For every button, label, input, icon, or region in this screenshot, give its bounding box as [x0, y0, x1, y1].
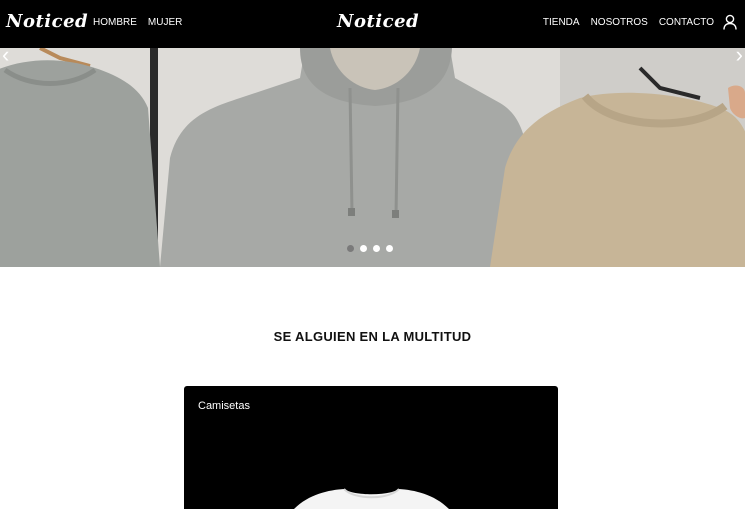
user-icon[interactable]	[723, 14, 737, 30]
site-header: Noticed HOMBRE MUJER Noticed TIENDA NOSO…	[0, 0, 745, 48]
category-card-camisetas[interactable]: Camisetas	[184, 386, 558, 509]
hero-image	[0, 48, 745, 267]
nav-contacto[interactable]: CONTACTO	[659, 17, 714, 28]
carousel-prev-arrow[interactable]: ‹	[2, 48, 20, 66]
main-nav-right: TIENDA NOSOTROS CONTACTO	[543, 17, 714, 28]
nav-hombre[interactable]: HOMBRE	[93, 17, 137, 28]
main-nav-left: HOMBRE MUJER	[93, 17, 182, 28]
carousel-dot[interactable]	[360, 245, 367, 252]
carousel-indicators	[347, 245, 393, 252]
brand-logo-center[interactable]: Noticed	[337, 11, 419, 32]
carousel-next-arrow[interactable]: ›	[725, 48, 743, 66]
nav-nosotros[interactable]: NOSOTROS	[591, 17, 648, 28]
section-tagline: SE ALGUIEN EN LA MULTITUD	[273, 329, 472, 344]
hero-carousel: ‹ ›	[0, 48, 745, 267]
nav-mujer[interactable]: MUJER	[148, 17, 182, 28]
nav-tienda[interactable]: TIENDA	[543, 17, 580, 28]
carousel-dot[interactable]	[386, 245, 393, 252]
category-label: Camisetas	[198, 400, 250, 412]
carousel-dot[interactable]	[347, 245, 354, 252]
carousel-dot[interactable]	[373, 245, 380, 252]
brand-logo[interactable]: Noticed	[6, 11, 88, 32]
